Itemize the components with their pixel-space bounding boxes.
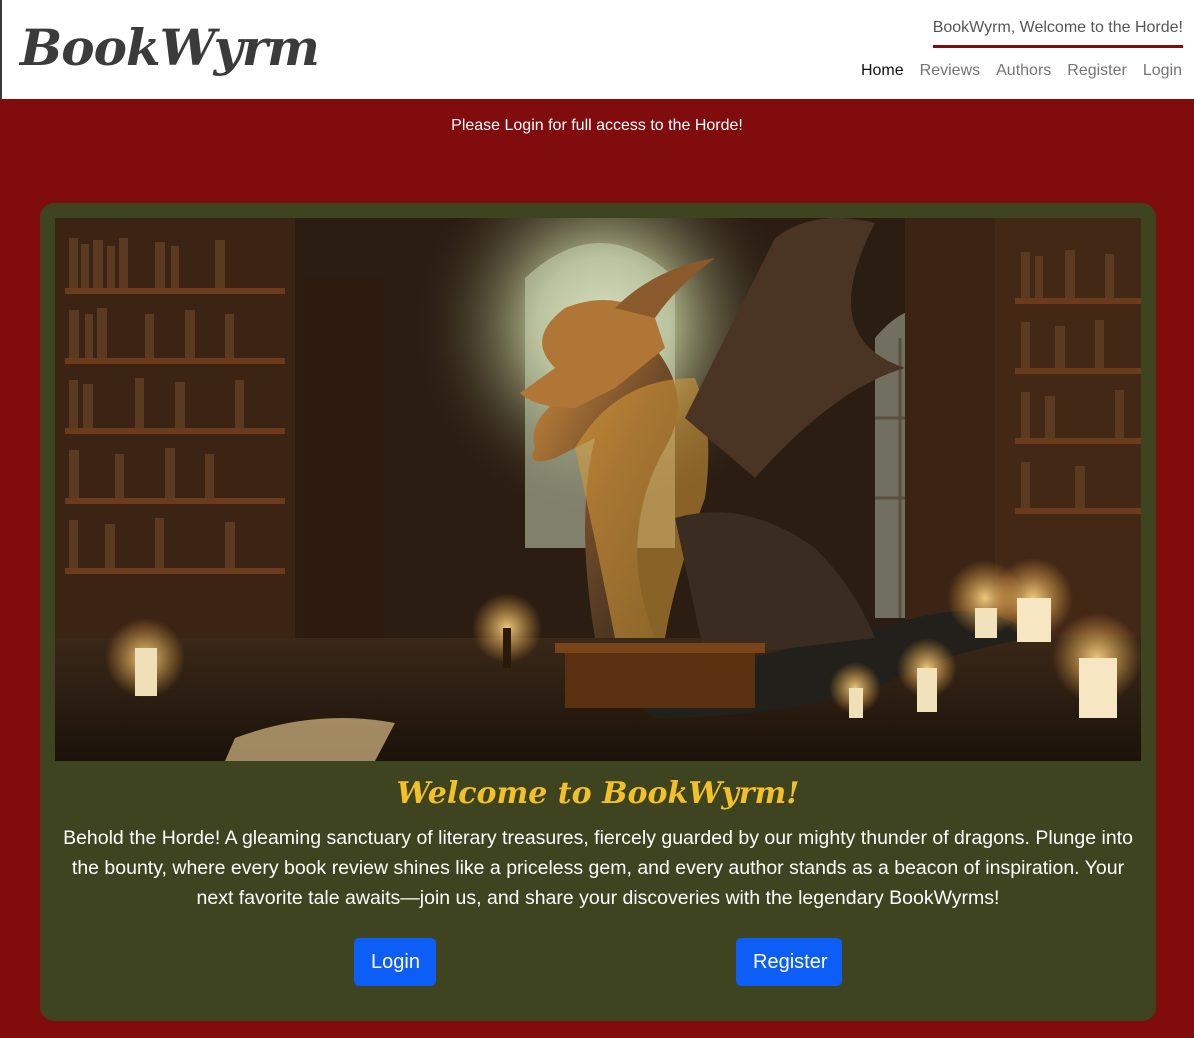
login-button[interactable]: Login [354, 938, 436, 986]
register-button[interactable]: Register [736, 938, 842, 986]
nav-reviews-link[interactable]: Reviews [920, 62, 980, 80]
welcome-title: Welcome to BookWyrm! [396, 776, 800, 811]
welcome-card: Welcome to BookWyrm! Behold the Horde! A… [40, 203, 1156, 1021]
welcome-text: Behold the Horde! A gleaming sanctuary o… [63, 827, 1133, 909]
nav-links: Home Reviews Authors Register Login [861, 62, 1182, 80]
brand-logo[interactable]: BookWyrm [20, 18, 320, 77]
nav-home-link[interactable]: Home [861, 62, 904, 80]
nav-register-link[interactable]: Register [1067, 62, 1127, 80]
nav-login-link[interactable]: Login [1143, 62, 1182, 80]
welcome-tagline: BookWyrm, Welcome to the Horde! [932, 16, 1183, 48]
nav-authors-link[interactable]: Authors [996, 62, 1051, 80]
hero-image [55, 218, 1141, 761]
navbar: BookWyrm BookWyrm, Welcome to the Horde!… [0, 0, 1194, 99]
login-notice: Please Login for full access to the Hord… [451, 117, 743, 134]
